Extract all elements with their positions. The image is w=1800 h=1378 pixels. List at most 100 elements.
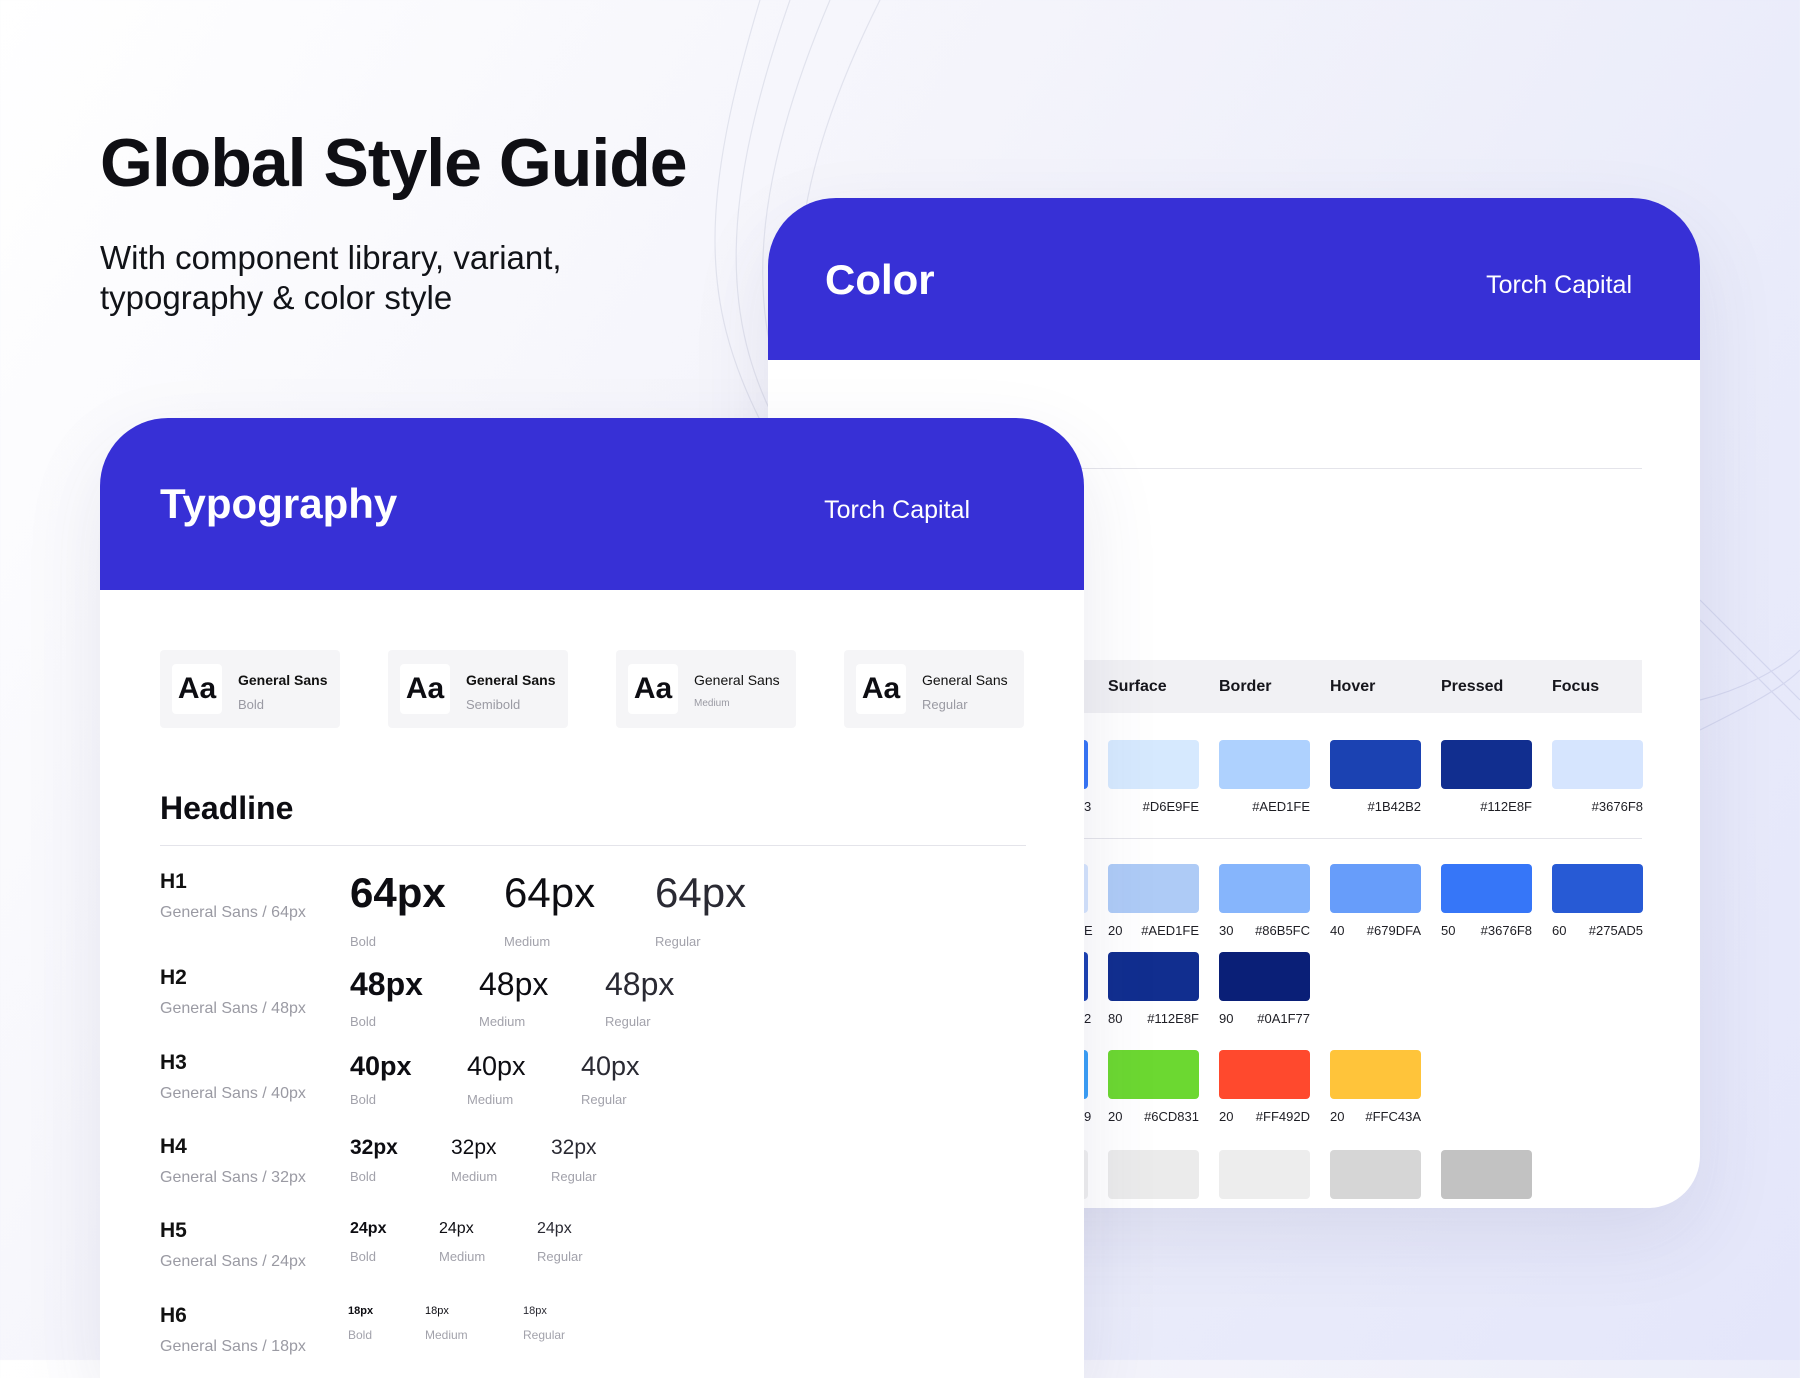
type-sample: 18px xyxy=(425,1305,449,1317)
header-pressed: Pressed xyxy=(1441,678,1504,695)
header-border: Border xyxy=(1219,678,1272,695)
type-sample-caption: Bold xyxy=(348,1328,373,1342)
typography-card: Typography Torch Capital Headline Aa Gene… xyxy=(100,418,1084,1378)
type-sample-caption: Medium xyxy=(504,934,551,949)
heading-level-label: H2 xyxy=(160,966,187,989)
color-swatch[interactable] xyxy=(1108,952,1199,1001)
type-sample-caption: Regular xyxy=(551,1169,597,1184)
font-chip[interactable]: Aa General Sans Semibold xyxy=(388,650,568,728)
heading-spec: General Sans / 48px xyxy=(160,1000,306,1017)
type-sample: 48px xyxy=(605,966,675,1002)
heading-spec: General Sans / 18px xyxy=(160,1338,306,1355)
font-chip[interactable]: Aa General Sans Regular xyxy=(844,650,1024,728)
color-swatch[interactable] xyxy=(1108,740,1199,789)
color-swatch[interactable] xyxy=(1219,952,1310,1001)
color-swatch[interactable] xyxy=(1108,864,1199,913)
type-sample-caption: Regular xyxy=(655,934,701,949)
type-sample: 24px xyxy=(439,1220,474,1237)
heading-level-label: H6 xyxy=(160,1304,187,1327)
swatch-hex: 2 xyxy=(1084,1011,1092,1026)
type-sample: 18px xyxy=(348,1305,374,1317)
swatch-hex: #AED1FE xyxy=(1141,923,1199,938)
color-swatch[interactable] xyxy=(1330,864,1421,913)
type-sample-caption: Medium xyxy=(439,1249,486,1264)
color-swatch[interactable] xyxy=(1219,740,1310,789)
swatch-hex: #6CD831 xyxy=(1144,1109,1199,1124)
font-weight: Regular xyxy=(922,697,968,712)
color-swatch[interactable] xyxy=(1330,1150,1421,1199)
color-swatch[interactable] xyxy=(1219,1150,1310,1199)
color-swatch[interactable] xyxy=(1108,1150,1199,1199)
swatch-hex: E xyxy=(1084,923,1093,938)
type-sample: 18px xyxy=(523,1305,547,1317)
color-swatch[interactable] xyxy=(1219,1050,1310,1099)
type-sample-caption: Regular xyxy=(523,1328,566,1342)
type-sample: 24px xyxy=(350,1220,387,1237)
page-title: Global Style Guide xyxy=(100,125,688,201)
section-title-headline: Headline xyxy=(160,790,294,826)
type-sample: 48px xyxy=(479,966,549,1002)
page-subtitle: With component library, variant, typogra… xyxy=(100,239,562,316)
heading-spec: General Sans / 32px xyxy=(160,1169,306,1186)
swatch-hex: #86B5FC xyxy=(1255,923,1310,938)
type-sample: 32px xyxy=(451,1136,497,1159)
color-swatch[interactable] xyxy=(1219,864,1310,913)
heading-level-label: H3 xyxy=(160,1051,187,1074)
heading-level-label: H1 xyxy=(160,870,187,893)
color-swatch[interactable] xyxy=(1552,740,1643,789)
font-weight: Semibold xyxy=(466,697,521,712)
header-surface: Surface xyxy=(1108,678,1167,695)
swatch-hex: #275AD5 xyxy=(1588,923,1643,938)
color-swatch[interactable] xyxy=(1441,864,1532,913)
type-sample: 64px xyxy=(504,869,596,916)
font-weight: Medium xyxy=(694,698,730,709)
swatch-hex: #1B42B2 xyxy=(1367,799,1422,814)
type-sample: 48px xyxy=(350,966,423,1002)
color-swatch[interactable] xyxy=(1330,740,1421,789)
font-sample: Aa xyxy=(856,664,906,714)
swatch-hex: #112E8F xyxy=(1480,799,1532,814)
swatch-hex: 9 xyxy=(1084,1109,1092,1124)
type-sample-caption: Bold xyxy=(350,1014,377,1029)
type-sample: 32px xyxy=(551,1136,597,1159)
color-swatch[interactable] xyxy=(1441,1150,1532,1199)
color-card-header: Color Torch Capital xyxy=(768,198,1700,360)
type-sample: 32px xyxy=(350,1136,398,1159)
type-sample: 40px xyxy=(350,1051,412,1081)
swatch-hex: 3 xyxy=(1084,799,1092,814)
divider xyxy=(160,845,1026,846)
swatch-hex: #FFC43A xyxy=(1365,1109,1421,1124)
swatch-hex: #3676F8 xyxy=(1480,923,1532,938)
header-focus: Focus xyxy=(1552,678,1600,695)
typography-card-brand: Torch Capital xyxy=(824,496,970,524)
color-swatch[interactable] xyxy=(1441,740,1532,789)
type-sample: 24px xyxy=(537,1220,572,1237)
font-sample: Aa xyxy=(172,664,222,714)
swatch-hex: #3676F8 xyxy=(1591,799,1643,814)
swatch-hex: #0A1F77 xyxy=(1257,1011,1310,1026)
swatch-hex: #112E8F xyxy=(1147,1011,1199,1026)
type-sample: 40px xyxy=(467,1051,526,1081)
type-sample-caption: Medium xyxy=(425,1328,468,1342)
header-hover: Hover xyxy=(1330,678,1376,695)
font-chip[interactable]: Aa General Sans Bold xyxy=(160,650,340,728)
type-sample-caption: Regular xyxy=(537,1249,583,1264)
type-sample-caption: Medium xyxy=(467,1092,514,1107)
typography-card-body: Headline Aa General Sans Bold Aa General San… xyxy=(100,590,1084,1378)
color-swatch[interactable] xyxy=(1108,1050,1199,1099)
swatch-hex: #AED1FE xyxy=(1252,799,1310,814)
font-name: General Sans xyxy=(922,672,1008,688)
color-swatch[interactable] xyxy=(1330,1050,1421,1099)
color-card-title: Color xyxy=(825,256,935,303)
heading-level-label: H5 xyxy=(160,1219,187,1242)
font-name: General Sans xyxy=(694,672,780,688)
typography-card-header: Typography Torch Capital xyxy=(100,418,1084,590)
swatch-hex: #679DFA xyxy=(1366,923,1421,938)
font-name: General Sans xyxy=(466,672,556,688)
typography-card-title: Typography xyxy=(160,480,398,527)
color-swatch[interactable] xyxy=(1552,864,1643,913)
heading-level-label: H4 xyxy=(160,1135,187,1158)
heading-spec: General Sans / 24px xyxy=(160,1253,306,1270)
type-sample-caption: Bold xyxy=(350,1092,377,1107)
font-chip[interactable]: Aa General Sans Medium xyxy=(616,650,796,728)
